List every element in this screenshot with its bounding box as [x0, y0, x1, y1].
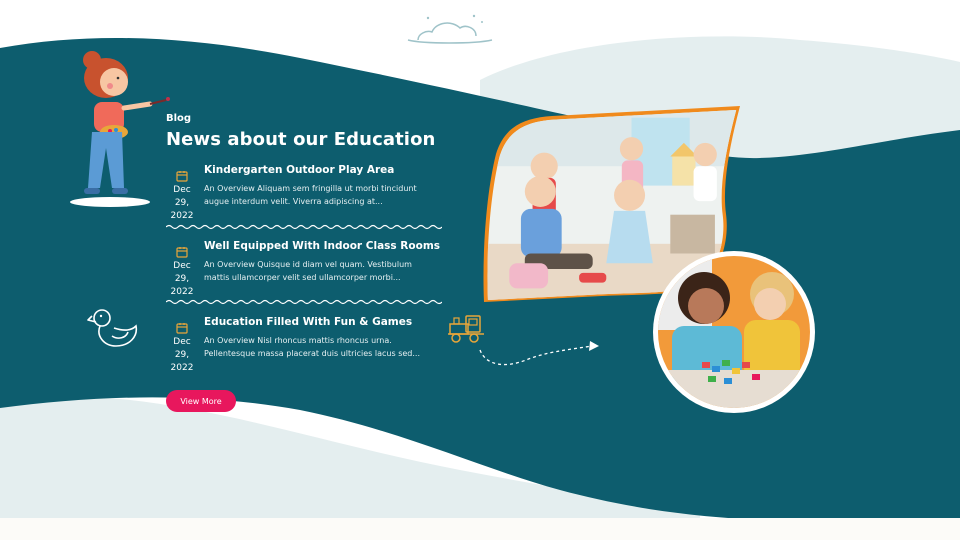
bottom-fade [0, 518, 960, 540]
girl-painting-illustration [70, 51, 170, 207]
cloud-icon [407, 14, 493, 44]
view-more-button[interactable]: View More [166, 390, 236, 412]
post-date: Dec 29, 2022 [170, 261, 194, 297]
dashed-arrow-icon [479, 341, 599, 366]
calendar-icon [176, 323, 188, 334]
post-excerpt: An Overview Nisl rhoncus mattis rhoncus … [204, 336, 420, 358]
post-date: Dec 29, 2022 [170, 337, 194, 373]
post-excerpt: An Overview Quisque id diam vel quam. Ve… [204, 260, 412, 282]
blog-post-item: Dec 29, 2022 Well Equipped With Indoor Cl… [166, 240, 446, 304]
kids-playing-photo [653, 251, 815, 413]
section-eyebrow: Blog [166, 113, 192, 124]
blog-post-item: Dec 29, 2022 Kindergarten Outdoor Play Ar… [166, 164, 446, 228]
wavy-divider [166, 224, 442, 230]
post-title-link[interactable]: Kindergarten Outdoor Play Area [204, 164, 444, 176]
section-title: News about our Education [166, 129, 436, 150]
post-date: Dec 29, 2022 [170, 185, 194, 221]
blog-post-item: Dec 29, 2022 Education Filled With Fun & … [166, 316, 446, 380]
wavy-divider [166, 299, 442, 305]
post-title-link[interactable]: Education Filled With Fun & Games [204, 316, 444, 328]
calendar-icon [176, 171, 188, 182]
duck-icon [87, 309, 138, 347]
calendar-icon [176, 247, 188, 258]
post-title-link[interactable]: Well Equipped With Indoor Class Rooms [204, 240, 444, 252]
post-excerpt: An Overview Aliquam sem fringilla ut mor… [204, 184, 417, 206]
